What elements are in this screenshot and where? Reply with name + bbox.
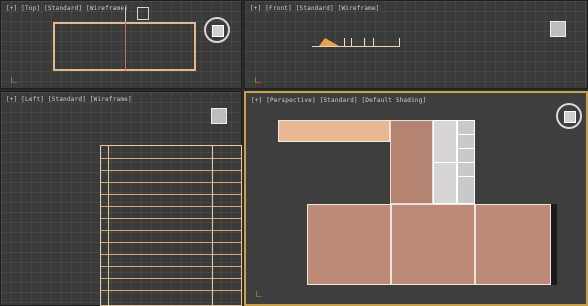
top-view-object-box[interactable] bbox=[137, 7, 149, 20]
viewcube-icon[interactable] bbox=[550, 21, 566, 37]
stair-step-line bbox=[101, 158, 241, 159]
model-wall-shadow bbox=[551, 204, 557, 285]
shelf-line bbox=[457, 134, 475, 135]
stair-step-line bbox=[101, 206, 241, 207]
stair-step-line bbox=[101, 194, 241, 195]
left-view-rail bbox=[108, 145, 109, 306]
axis-gizmo-icon bbox=[11, 77, 19, 83]
axis-gizmo-icon bbox=[256, 291, 264, 297]
viewport-label-left[interactable]: [+] [Left] [Standard] [Wireframe] bbox=[6, 96, 132, 103]
model-upper-wall[interactable] bbox=[390, 120, 433, 204]
stair-step-line bbox=[101, 266, 241, 267]
stair-step-line bbox=[101, 242, 241, 243]
front-view-post bbox=[344, 38, 345, 46]
viewport-front[interactable]: [+] [Front] [Standard] [Wireframe] bbox=[244, 0, 588, 89]
shelf-line bbox=[457, 148, 475, 149]
front-view-post bbox=[399, 38, 400, 46]
shelf-line bbox=[457, 162, 475, 163]
front-view-post bbox=[351, 38, 352, 46]
viewcube-icon[interactable] bbox=[211, 108, 227, 124]
top-view-center-line bbox=[125, 22, 126, 71]
left-view-rail bbox=[212, 145, 213, 306]
model-lower-wall-right[interactable] bbox=[475, 204, 551, 285]
shelf-line bbox=[433, 162, 457, 163]
model-lower-wall-center[interactable] bbox=[391, 204, 475, 285]
viewport-label-front[interactable]: [+] [Front] [Standard] [Wireframe] bbox=[250, 5, 380, 12]
front-view-stair-profile[interactable] bbox=[319, 38, 339, 46]
stair-step-line bbox=[101, 218, 241, 219]
navigation-ring-icon[interactable] bbox=[556, 103, 582, 129]
viewport-label-perspective[interactable]: [+] [Perspective] [Standard] [Default Sh… bbox=[251, 97, 426, 104]
axis-gizmo-icon bbox=[255, 77, 263, 83]
front-view-post bbox=[373, 38, 374, 46]
shelf-line bbox=[457, 176, 475, 177]
left-view-stairs[interactable] bbox=[100, 145, 242, 306]
model-stair-top[interactable] bbox=[278, 120, 390, 142]
stair-step-line bbox=[101, 230, 241, 231]
model-lower-wall-left[interactable] bbox=[307, 204, 391, 285]
viewport-label-top[interactable]: [+] [Top] [Standard] [Wireframe] bbox=[6, 5, 128, 12]
stair-step-line bbox=[101, 170, 241, 171]
front-view-post bbox=[364, 38, 365, 46]
top-view-guide-line bbox=[125, 7, 126, 22]
navigation-ring-icon[interactable] bbox=[204, 17, 230, 43]
stair-step-line bbox=[101, 278, 241, 279]
stair-step-line bbox=[101, 254, 241, 255]
front-view-ground-line bbox=[312, 46, 400, 47]
viewport-top[interactable]: [+] [Top] [Standard] [Wireframe] bbox=[0, 0, 242, 89]
stair-step-line bbox=[101, 182, 241, 183]
stair-step-line bbox=[101, 290, 241, 291]
